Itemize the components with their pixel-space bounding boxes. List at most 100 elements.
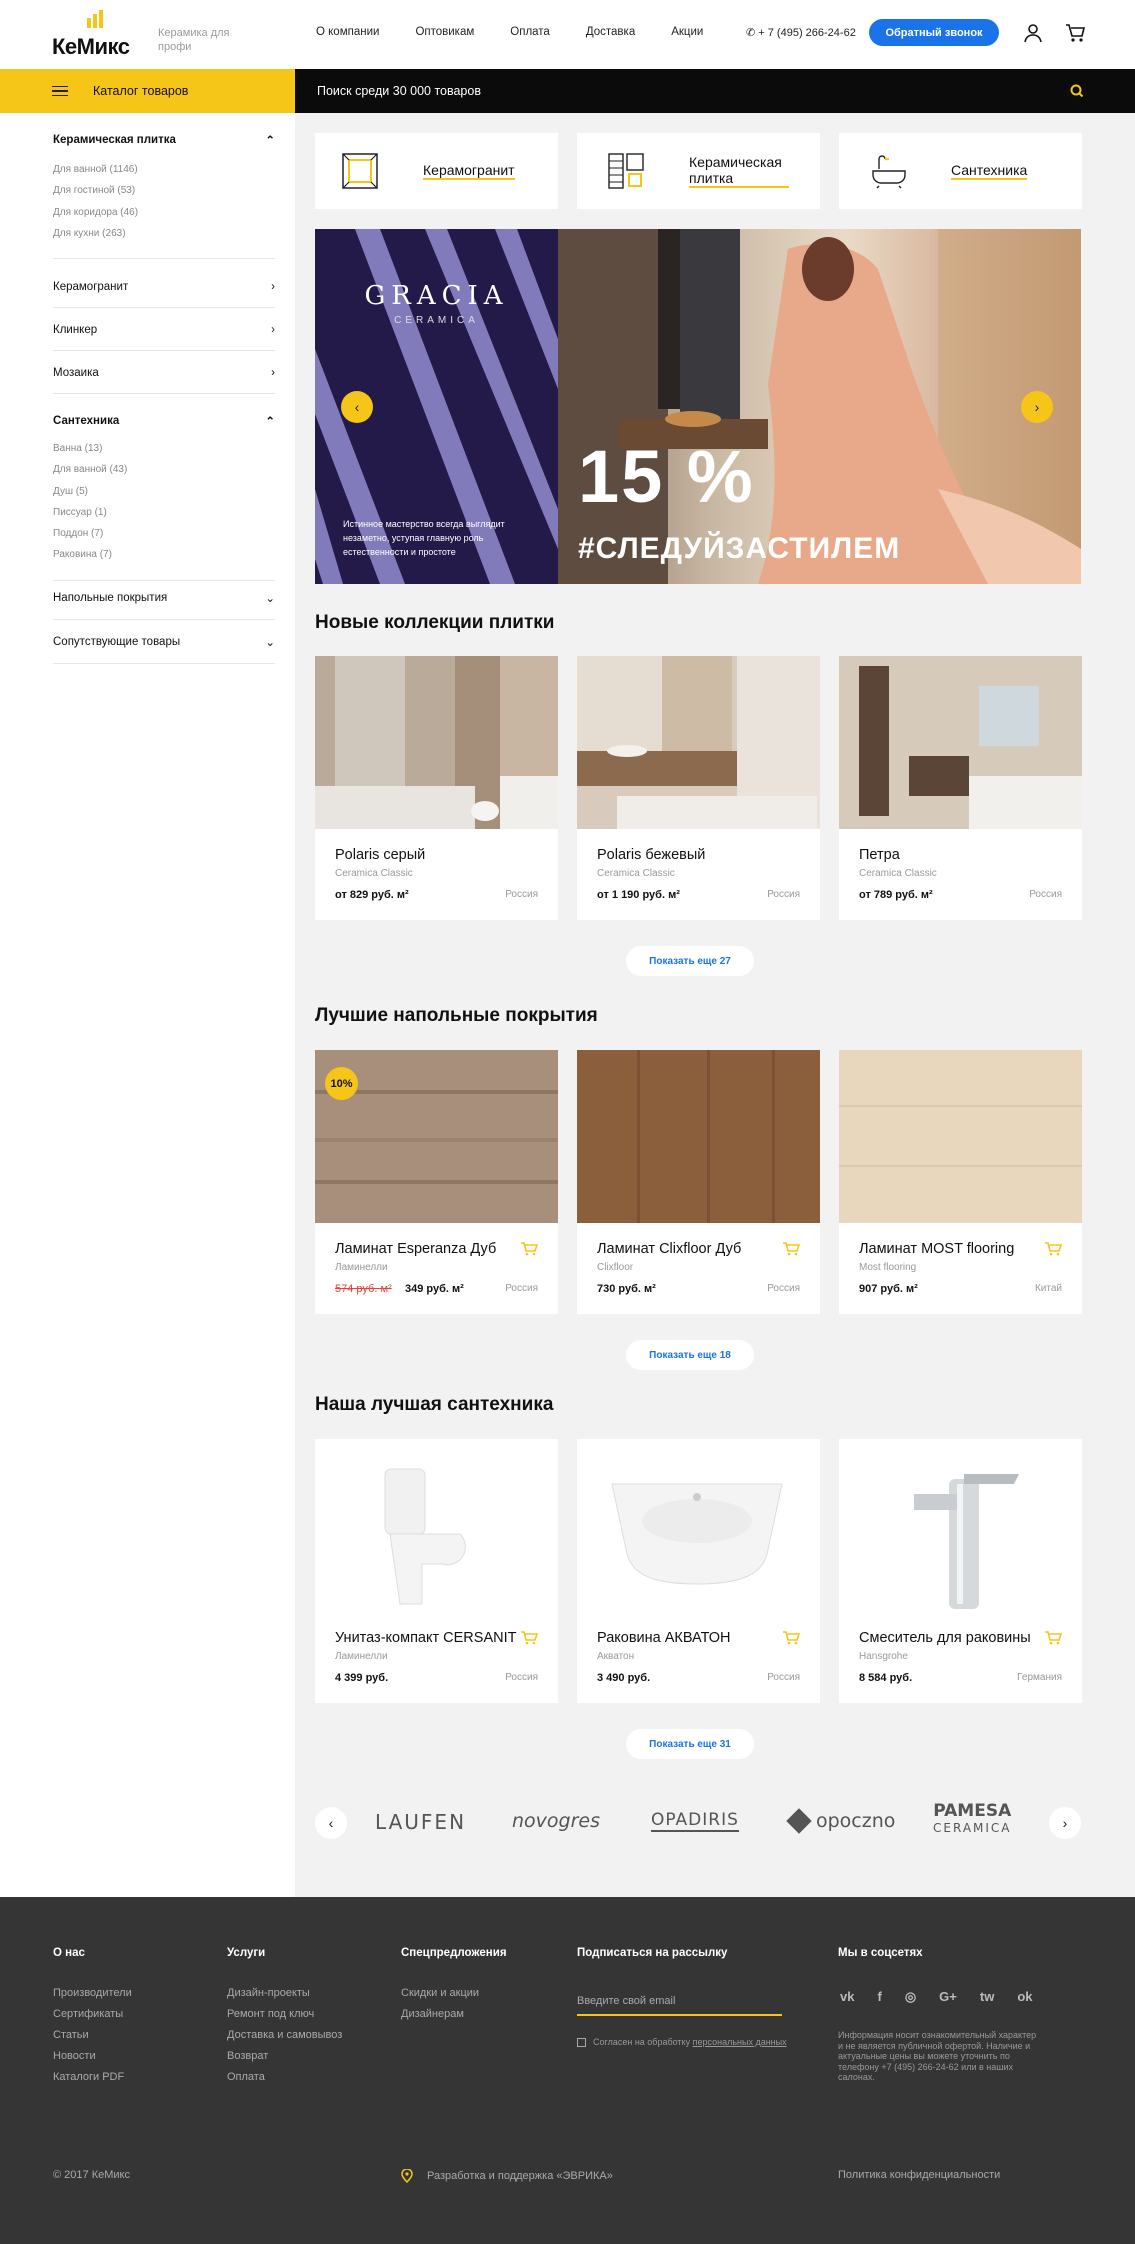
- brand-logo-laufen[interactable]: LAUFEN: [375, 1810, 466, 1834]
- add-to-cart-icon[interactable]: [1044, 1630, 1062, 1646]
- sidebar-cat-header[interactable]: Напольные покрытия ⌄: [53, 591, 275, 605]
- product-card[interactable]: Унитаз-компакт CERSANIT Ламинелли 4 399 …: [315, 1439, 558, 1703]
- add-to-cart-icon[interactable]: [520, 1630, 538, 1646]
- sidebar-cat-header[interactable]: Керамогранит ›: [53, 281, 275, 293]
- tile-plumbing[interactable]: Сантехника: [839, 133, 1082, 209]
- promo-banner[interactable]: GRACIA CERAMICA Истинное мастерство всег…: [315, 229, 1081, 584]
- sidebar-cat-clinker[interactable]: Клинкер ›: [53, 324, 275, 351]
- add-to-cart-icon[interactable]: [782, 1241, 800, 1257]
- instagram-icon[interactable]: ◎: [905, 1989, 916, 2005]
- sidebar-cat-porcelain[interactable]: Керамогранит ›: [53, 281, 275, 308]
- brand-logo-novogres[interactable]: novogres: [512, 1810, 600, 1832]
- user-icon[interactable]: [1022, 22, 1044, 44]
- nav-about[interactable]: О компании: [316, 26, 379, 38]
- product-card[interactable]: Смеситель для раковины Hansgrohe 8 584 р…: [839, 1439, 1082, 1703]
- product-card[interactable]: 10% Ламинат Esperanza Дуб Ламинелли 574 …: [315, 1050, 558, 1314]
- sidebar-subitem[interactable]: Поддон (7): [53, 523, 275, 544]
- add-to-cart-icon[interactable]: [520, 1241, 538, 1257]
- show-more-button[interactable]: Показать еще 31: [626, 1729, 754, 1759]
- footer-link[interactable]: Новости: [53, 2046, 132, 2067]
- twitter-icon[interactable]: tw: [980, 1989, 994, 2005]
- sidebar-subitem[interactable]: Ванна (13): [53, 438, 275, 459]
- add-to-cart-icon[interactable]: [1044, 1241, 1062, 1257]
- footer-link[interactable]: Дизайн-проекты: [227, 1983, 342, 2004]
- search-icon[interactable]: [1069, 83, 1085, 99]
- footer-link[interactable]: Возврат: [227, 2046, 342, 2067]
- footer-link[interactable]: Дизайнерам: [401, 2004, 507, 2025]
- add-to-cart-icon[interactable]: [782, 1630, 800, 1646]
- footer-link[interactable]: Статьи: [53, 2025, 132, 2046]
- search-bar[interactable]: Поиск среди 30 000 товаров: [295, 69, 1135, 113]
- product-card[interactable]: Ламинат MOST flooring Most flooring 907 …: [839, 1050, 1082, 1314]
- tile-ceramic[interactable]: Керамическая плитка: [577, 133, 820, 209]
- consent-checkbox-row[interactable]: Согласен на обработку персональных данны…: [577, 2037, 787, 2047]
- sidebar-cat-floors[interactable]: Напольные покрытия ⌄: [53, 591, 275, 620]
- banner-photo: 15 % #СЛЕДУЙЗАСТИЛЕМ: [558, 229, 1081, 584]
- brand-logo-opoczno[interactable]: opoczno: [786, 1808, 895, 1834]
- phone-icon: ✆: [746, 27, 756, 39]
- sidebar-subitem[interactable]: Для ванной (1146): [53, 159, 275, 180]
- footer-link[interactable]: Сертификаты: [53, 2004, 132, 2025]
- banner-prev-button[interactable]: ‹: [341, 391, 373, 423]
- subscribe-email-input[interactable]: Введите свой email: [577, 1995, 782, 2016]
- opoczno-mark-icon: [786, 1808, 812, 1834]
- search-input[interactable]: Поиск среди 30 000 товаров: [317, 84, 481, 98]
- nav-payment[interactable]: Оплата: [510, 26, 550, 38]
- show-more-button[interactable]: Показать еще 18: [626, 1340, 754, 1370]
- product-card[interactable]: Polaris бежевый Ceramica Classic от 1 19…: [577, 656, 820, 920]
- product-name: Смеситель для раковины: [859, 1630, 1031, 1646]
- logo[interactable]: КеМикс: [52, 10, 130, 60]
- sidebar-subitem[interactable]: Душ (5): [53, 481, 275, 502]
- cart-icon[interactable]: [1064, 22, 1086, 44]
- vk-icon[interactable]: vk: [840, 1989, 854, 2005]
- product-card[interactable]: Раковина АКВАТОН Акватон 3 490 руб. Росс…: [577, 1439, 820, 1703]
- nav-promo[interactable]: Акции: [671, 26, 703, 38]
- footer-link[interactable]: Скидки и акции: [401, 1983, 507, 2004]
- sidebar-cat-header[interactable]: Сантехника ⌃: [53, 414, 275, 428]
- banner-next-button[interactable]: ›: [1021, 391, 1053, 423]
- sidebar-subitem[interactable]: Для коридора (46): [53, 202, 275, 223]
- sidebar-cat-header[interactable]: Керамическая плитка ⌃: [53, 133, 275, 147]
- developer-credit[interactable]: Разработка и поддержка «ЭВРИКА»: [401, 2169, 613, 2183]
- consent-checkbox[interactable]: [577, 2037, 586, 2047]
- callback-button[interactable]: Обратный звонок: [869, 19, 999, 46]
- product-card[interactable]: Ламинат Clixfloor Дуб Clixfloor 730 руб.…: [577, 1050, 820, 1314]
- tile-porcelain[interactable]: Керамогранит: [315, 133, 558, 209]
- footer-link[interactable]: Доставка и самовывоз: [227, 2025, 342, 2046]
- nav-delivery[interactable]: Доставка: [586, 26, 635, 38]
- odnoklassniki-icon[interactable]: ok: [1017, 1989, 1032, 2005]
- sidebar-cat-header[interactable]: Клинкер ›: [53, 324, 275, 336]
- brands-next-button[interactable]: ›: [1049, 1807, 1081, 1839]
- product-card[interactable]: Петра Ceramica Classic от 789 руб. м² Ро…: [839, 656, 1082, 920]
- sidebar-subitem[interactable]: Для кухни (263): [53, 223, 275, 244]
- sidebar-subitem[interactable]: Для ванной (43): [53, 459, 275, 480]
- catalog-button[interactable]: Каталог товаров: [0, 69, 295, 113]
- show-more-button[interactable]: Показать еще 27: [626, 946, 754, 976]
- sidebar-subitem[interactable]: Для гостиной (53): [53, 180, 275, 201]
- product-card[interactable]: Polaris серый Ceramica Classic от 829 ру…: [315, 656, 558, 920]
- facebook-icon[interactable]: f: [877, 1989, 881, 2005]
- discount-badge: 10%: [325, 1067, 358, 1100]
- sidebar-cat-header[interactable]: Мозаика ›: [53, 367, 275, 379]
- consent-link[interactable]: персональных данных: [693, 2037, 787, 2047]
- sidebar-subitem[interactable]: Раковина (7): [53, 544, 275, 565]
- google-plus-icon[interactable]: G+: [939, 1989, 957, 2005]
- sidebar-cat-mosaic[interactable]: Мозаика ›: [53, 367, 275, 394]
- footer-link[interactable]: Ремонт под ключ: [227, 2004, 342, 2025]
- phone[interactable]: ✆ + 7 (495) 266-24-62: [746, 26, 856, 39]
- nav-wholesale[interactable]: Оптовикам: [415, 26, 474, 38]
- bathtub-icon: [872, 155, 906, 189]
- brand-logo-opadiris[interactable]: OPADIRIS: [651, 1810, 739, 1832]
- privacy-link[interactable]: Политика конфиденциальности: [838, 2169, 1000, 2181]
- menu-icon: [52, 85, 68, 97]
- footer-link[interactable]: Оплата: [227, 2067, 342, 2088]
- footer-link[interactable]: Каталоги PDF: [53, 2067, 132, 2088]
- product-brand: Акватон: [597, 1651, 635, 1662]
- sidebar-cat-related[interactable]: Сопутствующие товары ⌄: [53, 635, 275, 664]
- brands-prev-button[interactable]: ‹: [315, 1807, 347, 1839]
- brand-logo-pamesa[interactable]: PAMESA CERAMICA: [933, 1803, 1012, 1837]
- logo-text: КеМикс: [52, 34, 130, 59]
- footer-link[interactable]: Производители: [53, 1983, 132, 2004]
- sidebar-subitem[interactable]: Писсуар (1): [53, 502, 275, 523]
- sidebar-cat-header[interactable]: Сопутствующие товары ⌄: [53, 635, 275, 649]
